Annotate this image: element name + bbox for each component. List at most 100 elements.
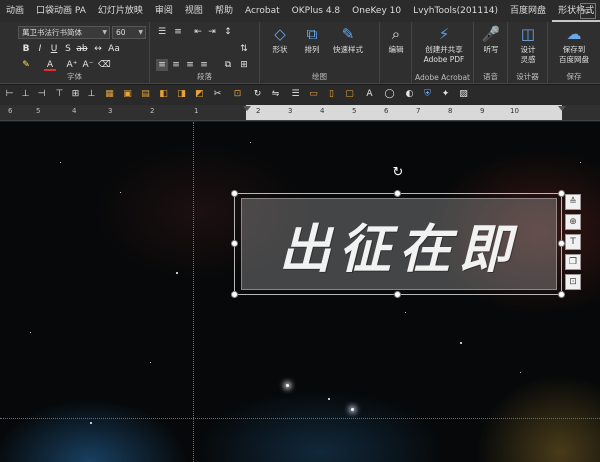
align-left-icon[interactable]: ⊢ (4, 89, 15, 100)
strikethrough-icon[interactable]: ab (76, 43, 88, 55)
vertical-guide[interactable] (193, 122, 194, 462)
resize-handle-top-left[interactable] (231, 190, 238, 197)
slide-canvas[interactable]: ↻ 出征在即 ≙ ⊕ T ❐ ⊡ (0, 122, 600, 462)
tab-baidu-netdisk[interactable]: 百度网盘 (504, 0, 552, 22)
align-top-icon[interactable]: ⊤ (54, 89, 65, 100)
tab-pocket-animation[interactable]: 口袋动画 PA (30, 0, 92, 22)
design-ideas-label-2: 灵感 (520, 55, 536, 64)
horizontal-guide[interactable] (0, 418, 600, 419)
shapes-label: 形状 (272, 45, 288, 54)
send-backward-icon[interactable]: ◩ (194, 89, 205, 100)
tab-slideshow[interactable]: 幻灯片放映 (92, 0, 149, 22)
format-icon[interactable]: ⊕ (565, 214, 581, 230)
selection-pane-icon[interactable]: ☰ (290, 89, 301, 100)
align-center-icon[interactable]: ⊥ (20, 89, 31, 100)
line-spacing-icon[interactable]: ↕ (222, 26, 234, 38)
group-icon[interactable]: ▣ (122, 89, 133, 100)
align-left-icon[interactable]: ≡ (156, 59, 168, 71)
shape-fill-icon[interactable]: ◐ (404, 89, 415, 100)
horizontal-ruler[interactable]: 6 5 4 3 2 1 2 3 4 5 6 7 8 9 10 (0, 105, 600, 121)
highlight-icon[interactable]: ✎ (20, 59, 32, 71)
effects-icon[interactable]: ✦ (440, 89, 451, 100)
merge-shapes-icon[interactable]: ◧ (158, 89, 169, 100)
resize-handle-left[interactable] (231, 240, 238, 247)
dictate-button[interactable]: 🎤 听写 (473, 24, 509, 54)
bring-forward-icon[interactable]: ◨ (176, 89, 187, 100)
clear-format-icon[interactable]: ⌫ (98, 59, 111, 71)
justify-icon[interactable]: ≡ (198, 59, 210, 71)
font-size-dropdown[interactable]: 60 ▼ (112, 26, 146, 39)
resize-handle-bottom-left[interactable] (231, 291, 238, 298)
resize-handle-top-right[interactable] (558, 190, 565, 197)
align-right-icon[interactable]: ≡ (184, 59, 196, 71)
indent-marker[interactable] (243, 106, 251, 111)
italic-icon[interactable]: I (34, 43, 46, 55)
align-text-icon[interactable]: ⊞ (238, 59, 250, 71)
ruler-label: 8 (448, 107, 453, 115)
decrease-font-icon[interactable]: A⁻ (82, 59, 94, 71)
tab-lvyhtools[interactable]: LvyhTools(201114) (407, 0, 504, 22)
gradient-icon[interactable]: ▨ (458, 89, 469, 100)
numbering-icon[interactable]: ≡ (172, 26, 184, 38)
decrease-indent-icon[interactable]: ⇤ (192, 26, 204, 38)
designer-group-label: 设计器 (516, 72, 539, 81)
character-spacing-icon[interactable]: ↔ (92, 43, 104, 55)
text-box-fill[interactable]: 出征在即 (241, 198, 557, 290)
tab-animations[interactable]: 动画 (0, 0, 30, 22)
tab-view[interactable]: 视图 (179, 0, 209, 22)
tab-help[interactable]: 帮助 (209, 0, 239, 22)
design-ideas-button[interactable]: ◫ 设计 灵感 (510, 24, 546, 64)
layout-options-icon[interactable]: ≙ (565, 194, 581, 210)
increase-indent-icon[interactable]: ⇥ (206, 26, 218, 38)
selected-text-box[interactable]: 出征在即 (234, 193, 562, 295)
tab-okplus[interactable]: OKPlus 4.8 (286, 0, 346, 22)
align-center-icon[interactable]: ≡ (170, 59, 182, 71)
shape-outline-icon[interactable]: ◯ (384, 89, 395, 100)
align-middle-icon[interactable]: ⊞ (70, 89, 81, 100)
font-color-icon[interactable]: A (44, 59, 56, 71)
star (250, 142, 251, 143)
bullets-icon[interactable]: ☰ (156, 26, 168, 38)
create-pdf-button[interactable]: ⚡ 创建并共享 Adobe PDF (418, 24, 470, 64)
underline-icon[interactable]: U (48, 43, 60, 55)
crop-icon[interactable]: ⊡ (232, 89, 243, 100)
resize-handle-top[interactable] (394, 190, 401, 197)
resize-handle-bottom-right[interactable] (558, 291, 565, 298)
copy-icon[interactable]: ❐ (565, 254, 581, 270)
slide-title-text[interactable]: 出征在即 (279, 207, 519, 282)
rotate-icon[interactable]: ↻ (252, 89, 263, 100)
height-icon[interactable]: ▯ (326, 89, 337, 100)
increase-font-icon[interactable]: A⁺ (66, 59, 78, 71)
distribute-icon[interactable]: ▦ (104, 89, 115, 100)
smartart-icon[interactable]: ⧉ (222, 59, 234, 71)
rotate-handle[interactable]: ↻ (391, 166, 405, 180)
bold-icon[interactable]: B (20, 43, 32, 55)
resize-handle-bottom[interactable] (394, 291, 401, 298)
save-to-netdisk-button[interactable]: ☁ 保存到 百度网盘 (552, 24, 596, 64)
text-icon[interactable]: T (565, 234, 581, 250)
crop-icon[interactable]: ⊡ (565, 274, 581, 290)
tab-acrobat[interactable]: Acrobat (239, 0, 286, 22)
shadow-icon[interactable]: S (62, 43, 74, 55)
quick-styles-button[interactable]: ✎ 快速样式 (326, 24, 370, 54)
shield-icon[interactable]: ⛨ (422, 89, 433, 100)
editing-button[interactable]: ⌕ 编辑 (378, 24, 414, 54)
tab-onekey[interactable]: OneKey 10 (346, 0, 407, 22)
flip-icon[interactable]: ⇋ (270, 89, 281, 100)
width-icon[interactable]: ▭ (308, 89, 319, 100)
format-painter-icon[interactable]: ✂ (212, 89, 223, 100)
right-indent-marker[interactable] (558, 106, 566, 111)
shapes-button[interactable]: ◇ 形状 (262, 24, 298, 54)
align-right-icon[interactable]: ⊣ (36, 89, 47, 100)
text-direction-icon[interactable]: ⇅ (238, 43, 250, 55)
font-name-dropdown[interactable]: 萬卫书法行书简体 ▼ (18, 26, 110, 39)
arrange-button[interactable]: ⧉ 排列 (294, 24, 330, 54)
text-box-icon[interactable]: A (364, 89, 375, 100)
ribbon-display-icon[interactable]: ▭ (580, 3, 596, 19)
align-bottom-icon[interactable]: ⊥ (86, 89, 97, 100)
resize-handle-right[interactable] (558, 240, 565, 247)
tab-review[interactable]: 审阅 (149, 0, 179, 22)
size-icon[interactable]: ▢ (344, 89, 355, 100)
ungroup-icon[interactable]: ▤ (140, 89, 151, 100)
change-case-icon[interactable]: Aa (108, 43, 120, 55)
